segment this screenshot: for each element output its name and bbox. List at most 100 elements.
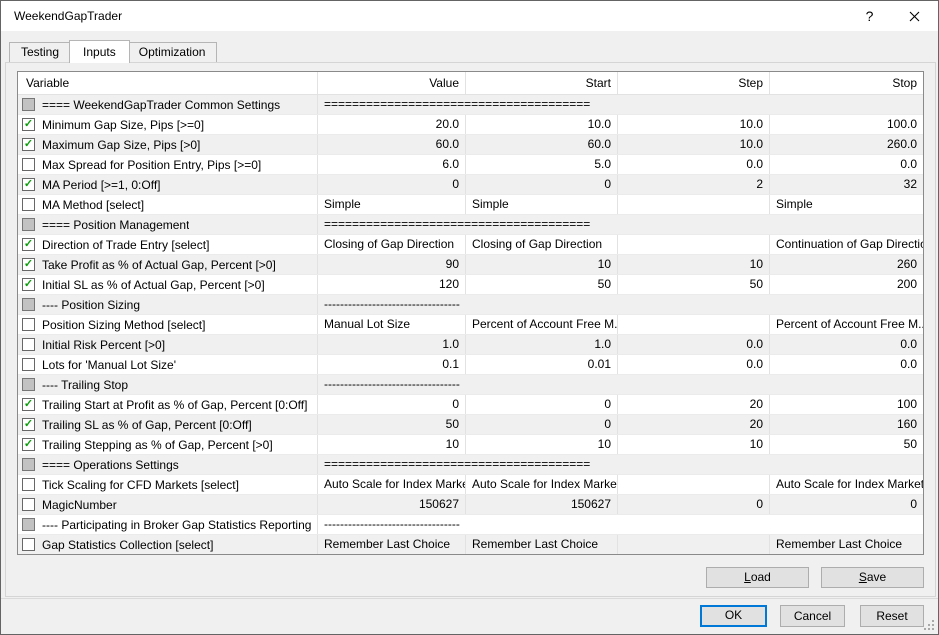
step-cell[interactable]: 10.0: [618, 115, 770, 134]
tab-testing[interactable]: Testing: [9, 42, 71, 62]
value-cell[interactable]: 10: [318, 435, 466, 454]
table-row[interactable]: ==== Position Management================…: [18, 215, 923, 235]
table-row[interactable]: ✓Trailing SL as % of Gap, Percent [0:Off…: [18, 415, 923, 435]
start-cell[interactable]: 0: [466, 175, 618, 194]
value-cell[interactable]: 6.0: [318, 155, 466, 174]
variable-cell[interactable]: ==== Position Management: [18, 215, 318, 234]
start-cell[interactable]: 0: [466, 395, 618, 414]
row-checkbox[interactable]: [22, 318, 35, 331]
step-cell[interactable]: [618, 235, 770, 254]
variable-cell[interactable]: Gap Statistics Collection [select]: [18, 535, 318, 554]
start-cell[interactable]: Simple: [466, 195, 618, 214]
start-cell[interactable]: 50: [466, 275, 618, 294]
table-row[interactable]: Gap Statistics Collection [select]Rememb…: [18, 535, 923, 554]
start-cell[interactable]: Auto Scale for Index Markets: [466, 475, 618, 494]
step-cell[interactable]: [618, 195, 770, 214]
row-checkbox[interactable]: ✓: [22, 418, 35, 431]
variable-cell[interactable]: ==== Operations Settings: [18, 455, 318, 474]
value-cell[interactable]: 0.1: [318, 355, 466, 374]
variable-cell[interactable]: ==== WeekendGapTrader Common Settings: [18, 95, 318, 114]
variable-cell[interactable]: ✓Initial SL as % of Actual Gap, Percent …: [18, 275, 318, 294]
reset-button[interactable]: Reset: [860, 605, 924, 627]
value-cell[interactable]: 0: [318, 395, 466, 414]
variable-cell[interactable]: Tick Scaling for CFD Markets [select]: [18, 475, 318, 494]
step-cell[interactable]: [618, 475, 770, 494]
value-cell[interactable]: 90: [318, 255, 466, 274]
variable-cell[interactable]: ✓Minimum Gap Size, Pips [>=0]: [18, 115, 318, 134]
variable-cell[interactable]: ✓MA Period [>=1, 0:Off]: [18, 175, 318, 194]
stop-cell[interactable]: 260.0: [770, 135, 923, 154]
table-row[interactable]: ✓Direction of Trade Entry [select]Closin…: [18, 235, 923, 255]
step-cell[interactable]: [618, 535, 770, 554]
row-checkbox[interactable]: ✓: [22, 138, 35, 151]
save-button[interactable]: Save: [821, 567, 924, 588]
stop-cell[interactable]: 0.0: [770, 355, 923, 374]
variable-cell[interactable]: Max Spread for Position Entry, Pips [>=0…: [18, 155, 318, 174]
row-checkbox[interactable]: [22, 498, 35, 511]
ok-button[interactable]: OK: [700, 605, 767, 627]
row-checkbox[interactable]: [22, 478, 35, 491]
row-checkbox[interactable]: [22, 198, 35, 211]
start-cell[interactable]: 5.0: [466, 155, 618, 174]
value-cell[interactable]: 20.0: [318, 115, 466, 134]
stop-cell[interactable]: 50: [770, 435, 923, 454]
step-cell[interactable]: 2: [618, 175, 770, 194]
variable-cell[interactable]: ✓Maximum Gap Size, Pips [>0]: [18, 135, 318, 154]
table-row[interactable]: ==== WeekendGapTrader Common Settings===…: [18, 95, 923, 115]
value-cell[interactable]: 150627: [318, 495, 466, 514]
step-cell[interactable]: [618, 315, 770, 334]
table-row[interactable]: Lots for 'Manual Lot Size'0.10.010.00.0: [18, 355, 923, 375]
stop-cell[interactable]: 0.0: [770, 155, 923, 174]
row-checkbox[interactable]: ✓: [22, 118, 35, 131]
column-header-value[interactable]: Value: [318, 72, 466, 94]
stop-cell[interactable]: Continuation of Gap Direction: [770, 235, 923, 254]
table-row[interactable]: Position Sizing Method [select]Manual Lo…: [18, 315, 923, 335]
row-checkbox[interactable]: [22, 338, 35, 351]
table-row[interactable]: Max Spread for Position Entry, Pips [>=0…: [18, 155, 923, 175]
value-cell[interactable]: 120: [318, 275, 466, 294]
stop-cell[interactable]: 0: [770, 495, 923, 514]
step-cell[interactable]: 50: [618, 275, 770, 294]
table-row[interactable]: ---- Trailing Stop----------------------…: [18, 375, 923, 395]
value-cell[interactable]: Remember Last Choice: [318, 535, 466, 554]
step-cell[interactable]: 10: [618, 435, 770, 454]
step-cell[interactable]: 0.0: [618, 335, 770, 354]
start-cell[interactable]: Percent of Account Free M...: [466, 315, 618, 334]
row-checkbox[interactable]: [22, 538, 35, 551]
stop-cell[interactable]: 160: [770, 415, 923, 434]
table-row[interactable]: MA Method [select]SimpleSimpleSimple: [18, 195, 923, 215]
step-cell[interactable]: 20: [618, 395, 770, 414]
close-button[interactable]: [892, 1, 937, 31]
table-row[interactable]: ✓MA Period [>=1, 0:Off]00232: [18, 175, 923, 195]
variable-cell[interactable]: ✓Trailing Stepping as % of Gap, Percent …: [18, 435, 318, 454]
resize-grip-icon[interactable]: [924, 620, 935, 631]
table-row[interactable]: ✓Minimum Gap Size, Pips [>=0]20.010.010.…: [18, 115, 923, 135]
tab-inputs[interactable]: Inputs: [69, 40, 130, 63]
table-row[interactable]: ---- Position Sizing--------------------…: [18, 295, 923, 315]
column-header-stop[interactable]: Stop: [770, 72, 923, 94]
start-cell[interactable]: Remember Last Choice: [466, 535, 618, 554]
title-bar[interactable]: WeekendGapTrader ?: [1, 1, 938, 31]
step-cell[interactable]: 0.0: [618, 355, 770, 374]
step-cell[interactable]: 0: [618, 495, 770, 514]
stop-cell[interactable]: 200: [770, 275, 923, 294]
variable-cell[interactable]: MagicNumber: [18, 495, 318, 514]
table-row[interactable]: MagicNumber15062715062700: [18, 495, 923, 515]
variable-cell[interactable]: MA Method [select]: [18, 195, 318, 214]
tab-optimization[interactable]: Optimization: [127, 42, 218, 62]
start-cell[interactable]: 10: [466, 255, 618, 274]
variable-cell[interactable]: Initial Risk Percent [>0]: [18, 335, 318, 354]
column-header-step[interactable]: Step: [618, 72, 770, 94]
table-row[interactable]: Initial Risk Percent [>0]1.01.00.00.0: [18, 335, 923, 355]
variable-cell[interactable]: ---- Trailing Stop: [18, 375, 318, 394]
load-button[interactable]: Load: [706, 567, 809, 588]
variable-cell[interactable]: ✓Trailing Start at Profit as % of Gap, P…: [18, 395, 318, 414]
row-checkbox[interactable]: ✓: [22, 438, 35, 451]
variable-cell[interactable]: ✓Trailing SL as % of Gap, Percent [0:Off…: [18, 415, 318, 434]
start-cell[interactable]: 1.0: [466, 335, 618, 354]
variable-cell[interactable]: Position Sizing Method [select]: [18, 315, 318, 334]
variable-cell[interactable]: Lots for 'Manual Lot Size': [18, 355, 318, 374]
table-row[interactable]: ✓Trailing Start at Profit as % of Gap, P…: [18, 395, 923, 415]
stop-cell[interactable]: 260: [770, 255, 923, 274]
value-cell[interactable]: 0: [318, 175, 466, 194]
